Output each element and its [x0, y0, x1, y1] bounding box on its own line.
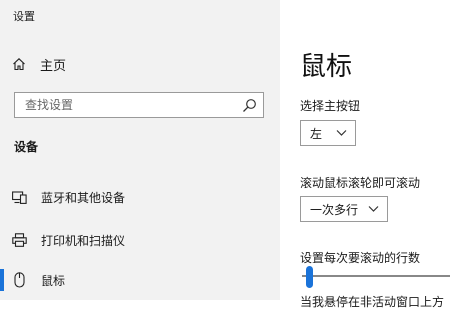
primary-button-dropdown[interactable]: 左	[300, 120, 356, 146]
nav-home[interactable]: 主页	[12, 52, 262, 76]
mouse-icon	[14, 272, 25, 288]
sidebar-item-printers[interactable]: 打印机和扫描仪	[12, 227, 272, 253]
sidebar-item-label: 鼠标	[41, 273, 66, 288]
primary-button-label: 选择主按钮	[300, 99, 361, 113]
search-box[interactable]	[14, 92, 264, 118]
search-icon[interactable]	[242, 98, 257, 113]
inactive-window-scroll-label: 当我悬停在非活动窗口上方	[300, 295, 445, 309]
slider-thumb[interactable]	[306, 266, 313, 288]
chevron-down-icon	[368, 206, 379, 212]
lines-per-scroll-label: 设置每次要滚动的行数	[300, 251, 421, 265]
wheel-scroll-dropdown[interactable]: 一次多行	[300, 196, 388, 222]
sidebar-item-bluetooth[interactable]: 蓝牙和其他设备	[12, 184, 272, 210]
home-icon	[13, 58, 25, 71]
search-input[interactable]	[15, 97, 237, 113]
section-title: 设备	[14, 140, 39, 154]
sidebar: 设置 主页 设备 蓝牙和其他设备 打印机和扫描仪	[0, 0, 280, 300]
page-title: 鼠标	[300, 52, 353, 82]
sidebar-item-label: 蓝牙和其他设备	[41, 190, 126, 205]
sidebar-item-mouse[interactable]: 鼠标	[0, 267, 272, 293]
printer-icon	[12, 233, 27, 247]
chevron-down-icon	[336, 130, 347, 136]
primary-button-value: 左	[310, 126, 323, 141]
bluetooth-devices-icon	[12, 191, 27, 204]
window-title: 设置	[13, 10, 35, 23]
nav-home-label: 主页	[40, 58, 67, 74]
wheel-scroll-value: 一次多行	[310, 202, 359, 217]
lines-per-scroll-slider[interactable]	[302, 275, 450, 277]
sidebar-item-label: 打印机和扫描仪	[41, 233, 126, 248]
wheel-scroll-label: 滚动鼠标滚轮即可滚动	[300, 176, 421, 190]
main-panel: 鼠标 选择主按钮 左 滚动鼠标滚轮即可滚动 一次多行 设置每次要滚动的行数 当我…	[280, 0, 450, 309]
